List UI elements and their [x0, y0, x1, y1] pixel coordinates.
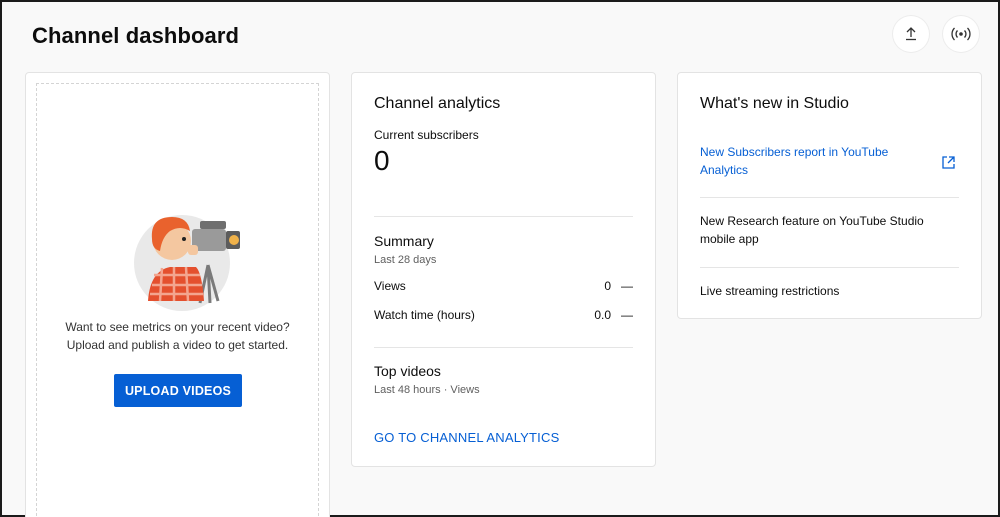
subscribers-count: 0 — [374, 145, 390, 176]
upload-card: Want to see metrics on your recent video… — [25, 72, 330, 517]
subscribers-label: Current subscribers — [374, 128, 479, 142]
page-title: Channel dashboard — [32, 23, 240, 48]
news-item-line1: Live streaming restrictions — [700, 284, 840, 298]
upload-prompt: Want to see metrics on your recent video… — [26, 318, 329, 354]
whats-new-title: What's new in Studio — [700, 95, 849, 112]
divider — [700, 197, 959, 198]
channel-analytics-title: Channel analytics — [374, 95, 501, 112]
metric-value: 0.0 — [594, 308, 611, 322]
news-item-line2: mobile app — [700, 232, 759, 246]
open-external-icon[interactable] — [941, 155, 956, 170]
upload-prompt-line2: Upload and publish a video to get starte… — [66, 338, 289, 352]
news-item-line1: New Subscribers report in YouTube — [700, 145, 889, 159]
news-item-research-feature[interactable]: New Research feature on YouTube Studio m… — [700, 212, 959, 248]
upload-prompt-line1: Want to see metrics on your recent video… — [65, 320, 290, 334]
news-item-subscribers-report[interactable]: New Subscribers report in YouTube Analyt… — [700, 143, 931, 179]
channel-analytics-card: Channel analytics Current subscribers 0 … — [351, 72, 656, 467]
videographer-illustration — [134, 215, 240, 311]
go-to-channel-analytics-link[interactable]: GO TO CHANNEL ANALYTICS — [374, 430, 559, 445]
metric-label: Watch time (hours) — [374, 308, 475, 322]
news-item-live-streaming[interactable]: Live streaming restrictions — [700, 282, 959, 300]
summary-title: Summary — [374, 233, 434, 249]
metric-row-views: Views 0 — — [374, 279, 633, 293]
top-videos-period: Last 48 hours · Views — [374, 384, 480, 396]
upload-button[interactable] — [893, 16, 929, 52]
metric-trend: — — [621, 308, 633, 322]
upload-videos-button[interactable]: UPLOAD VIDEOS — [114, 374, 242, 407]
divider — [374, 347, 633, 348]
whats-new-card: What's new in Studio New Subscribers rep… — [677, 72, 982, 319]
metric-label: Views — [374, 279, 406, 293]
go-live-button[interactable] — [943, 16, 979, 52]
news-item-line2: Analytics — [700, 163, 749, 177]
metric-trend: — — [621, 279, 633, 293]
upload-icon — [906, 27, 916, 41]
metric-value: 0 — [604, 279, 611, 293]
live-stream-icon — [951, 27, 971, 41]
news-item-line1: New Research feature on YouTube Studio — [700, 214, 924, 228]
divider — [374, 216, 633, 217]
top-videos-title: Top videos — [374, 363, 441, 379]
metric-row-watch-time: Watch time (hours) 0.0 — — [374, 308, 633, 322]
divider — [700, 267, 959, 268]
summary-period: Last 28 days — [374, 254, 437, 266]
